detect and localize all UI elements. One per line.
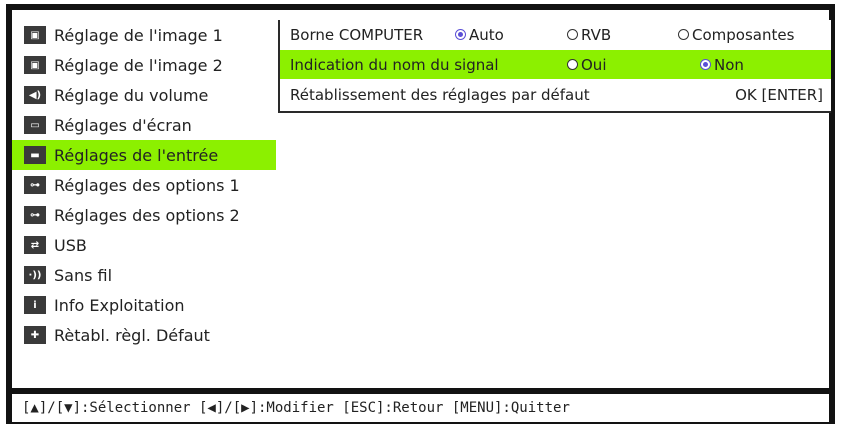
radio-no[interactable]: Non — [700, 56, 744, 74]
menu-screen: ▣ Réglage de l'image 1 ▣ Réglage de l'im… — [12, 10, 831, 388]
sidebar-item-label: Réglage de l'image 2 — [54, 55, 223, 75]
speaker-icon: ◀) — [24, 86, 46, 104]
option-label: Auto — [469, 25, 504, 44]
radio-components[interactable]: Composantes — [678, 26, 794, 44]
row-reset-defaults[interactable]: Rétablissement des réglages par défaut O… — [280, 80, 831, 109]
row-computer-terminal[interactable]: Borne COMPUTER Auto RVB Composantes — [280, 20, 831, 49]
sidebar-item-input[interactable]: ▬ Réglages de l'entrée — [12, 140, 276, 170]
sidebar-item-image-1[interactable]: ▣ Réglage de l'image 1 — [12, 20, 276, 50]
radio-selected-icon — [455, 29, 466, 40]
sidebar-item-reset[interactable]: ✚ Rètabl. règl. Défaut — [12, 320, 276, 350]
sidebar-item-label: Rètabl. règl. Défaut — [54, 325, 210, 345]
radio-selected-icon — [700, 59, 711, 70]
option-label: Non — [714, 55, 744, 74]
input-icon: ▬ — [24, 146, 46, 164]
row-label: Indication du nom du signal — [290, 55, 499, 74]
radio-rgb[interactable]: RVB — [567, 26, 611, 44]
sidebar-item-label: Réglages des options 2 — [54, 205, 240, 225]
sidebar-item-label: Réglage du volume — [54, 85, 209, 105]
sidebar-item-label: Info Exploitation — [54, 295, 185, 315]
sidebar-item-label: Réglages des options 1 — [54, 175, 240, 195]
image-icon: ▣ — [24, 56, 46, 74]
key-help-text: [▲]/[▼]:Sélectionner [◀]/[▶]:Modifier [E… — [22, 400, 570, 416]
radio-empty-icon — [567, 29, 578, 40]
sidebar-item-label: Réglage de l'image 1 — [54, 25, 223, 45]
projector-menu-frame: ▣ Réglage de l'image 1 ▣ Réglage de l'im… — [6, 4, 835, 424]
row-signal-name[interactable]: Indication du nom du signal Oui Non — [280, 50, 831, 79]
radio-auto[interactable]: Auto — [455, 26, 504, 44]
row-label: Rétablissement des réglages par défaut — [290, 85, 590, 104]
option-label: RVB — [581, 25, 612, 44]
sidebar-item-screen[interactable]: ▭ Réglages d'écran — [12, 110, 276, 140]
wireless-icon: ·)) — [24, 266, 46, 284]
options-icon: ⊶ — [24, 206, 46, 224]
sidebar-item-label: Sans fil — [54, 265, 113, 285]
ok-enter-button[interactable]: OK [ENTER] — [735, 86, 823, 104]
screen-icon: ▭ — [24, 116, 46, 134]
sidebar-item-label: USB — [54, 235, 87, 255]
options-icon: ⊶ — [24, 176, 46, 194]
radio-empty-icon — [567, 59, 578, 70]
sidebar-item-options-1[interactable]: ⊶ Réglages des options 1 — [12, 170, 276, 200]
sidebar-item-usb[interactable]: ⇄ USB — [12, 230, 276, 260]
reset-icon: ✚ — [24, 326, 46, 344]
option-label: Oui — [581, 55, 607, 74]
sidebar-item-label: Réglages d'écran — [54, 115, 192, 135]
sidebar-item-info[interactable]: i Info Exploitation — [12, 290, 276, 320]
sidebar-item-volume[interactable]: ◀) Réglage du volume — [12, 80, 276, 110]
radio-empty-icon — [678, 29, 689, 40]
settings-panel: Borne COMPUTER Auto RVB Composantes Indi… — [278, 20, 831, 113]
option-label: Composantes — [692, 25, 795, 44]
info-icon: i — [24, 296, 46, 314]
radio-yes[interactable]: Oui — [567, 56, 606, 74]
sidebar-item-options-2[interactable]: ⊶ Réglages des options 2 — [12, 200, 276, 230]
key-help-bar: [▲]/[▼]:Sélectionner [◀]/[▶]:Modifier [E… — [12, 394, 829, 422]
row-label: Borne COMPUTER — [290, 25, 424, 44]
sidebar-item-image-2[interactable]: ▣ Réglage de l'image 2 — [12, 50, 276, 80]
sidebar: ▣ Réglage de l'image 1 ▣ Réglage de l'im… — [12, 20, 276, 350]
image-icon: ▣ — [24, 26, 46, 44]
sidebar-item-wireless[interactable]: ·)) Sans fil — [12, 260, 276, 290]
sidebar-item-label: Réglages de l'entrée — [54, 145, 219, 165]
usb-icon: ⇄ — [24, 236, 46, 254]
